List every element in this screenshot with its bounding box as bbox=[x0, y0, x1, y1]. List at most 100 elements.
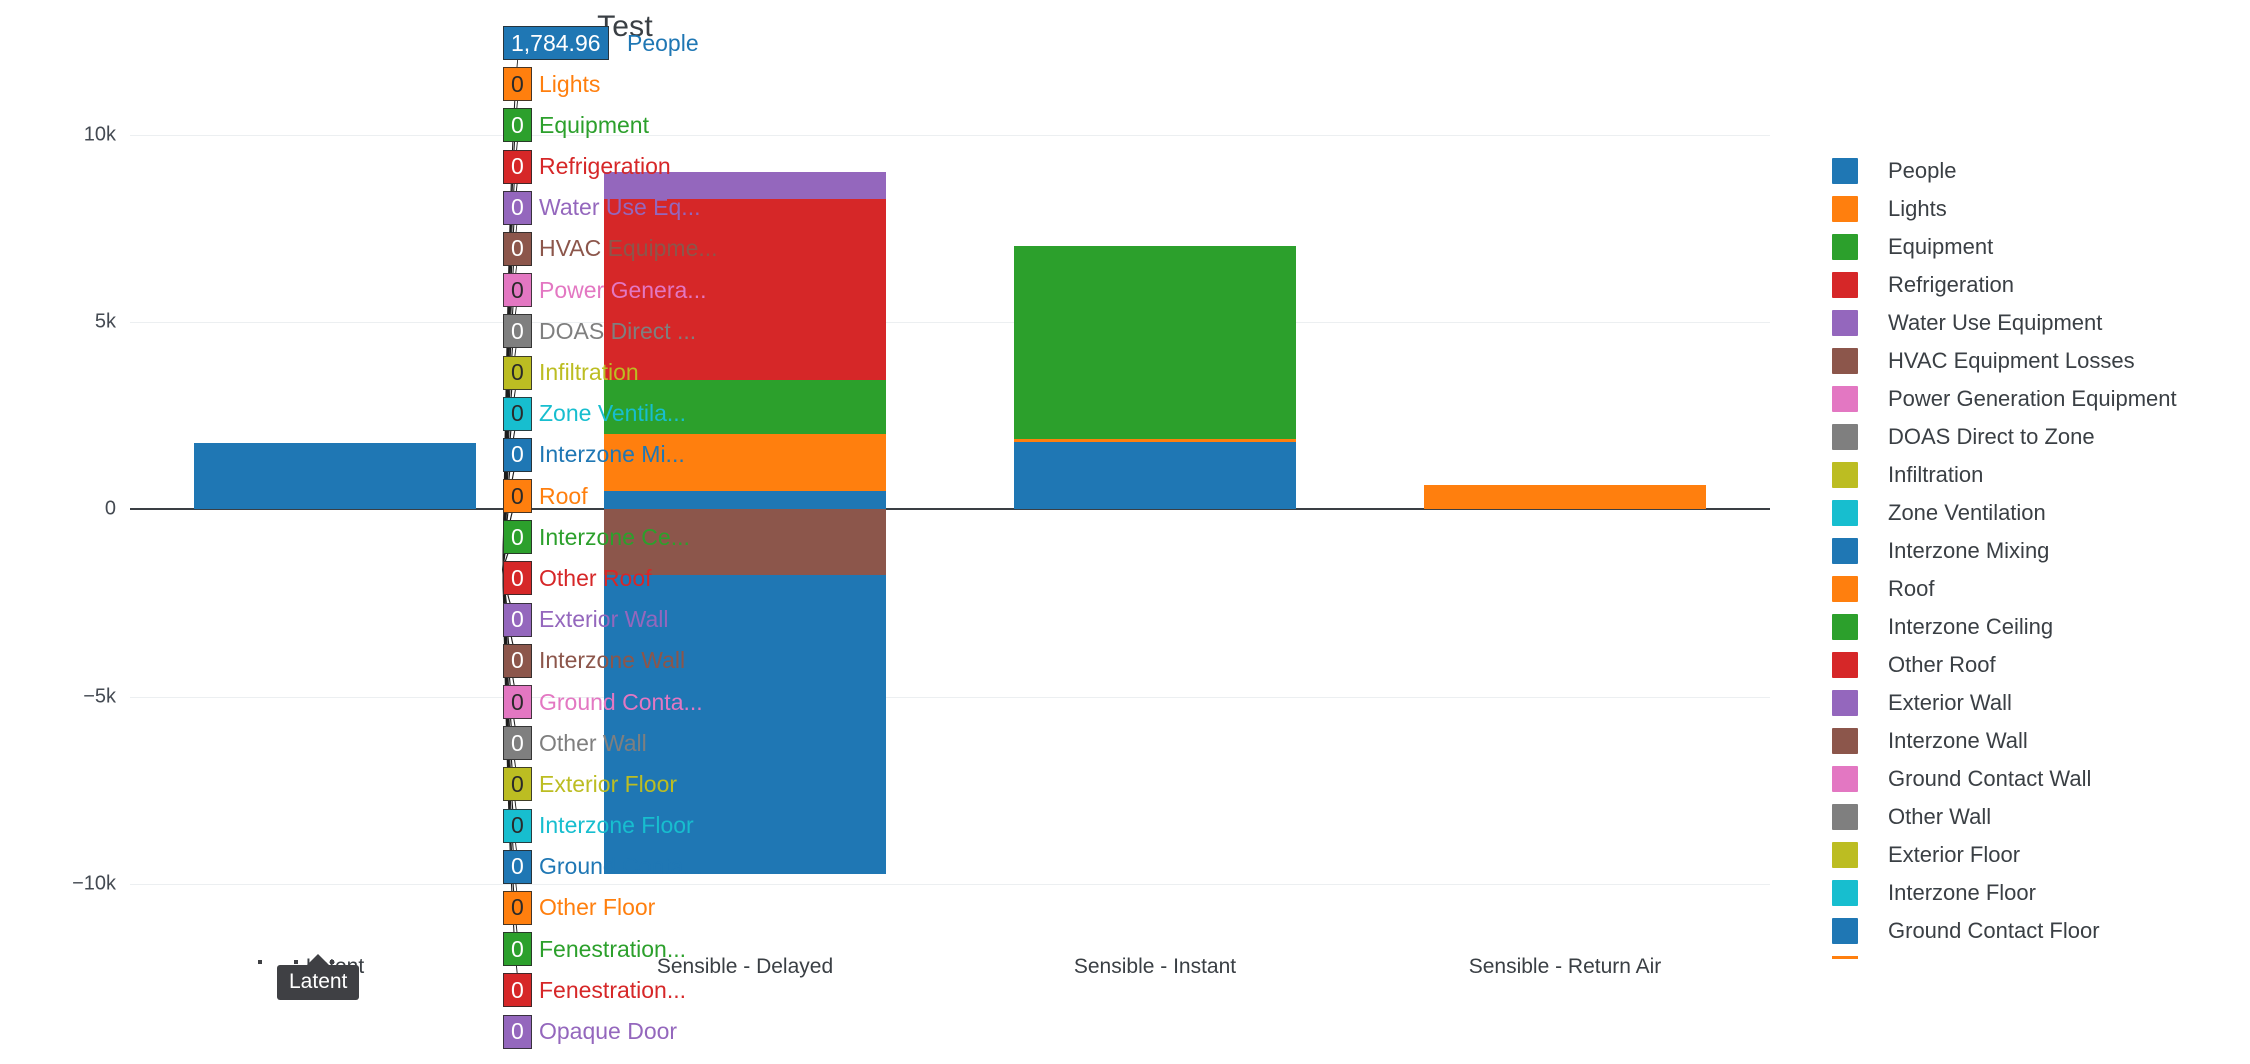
bar-segment[interactable] bbox=[604, 198, 886, 381]
legend-item-label: Interzone Mixing bbox=[1888, 538, 2050, 563]
y-axis-tick-label: 10k bbox=[83, 123, 116, 146]
y-axis-tick-label: 5k bbox=[94, 310, 116, 333]
legend-item-label: DOAS Direct to Zone bbox=[1888, 424, 2095, 449]
bar-group[interactable] bbox=[604, 60, 886, 940]
bar-segment[interactable] bbox=[194, 442, 476, 510]
legend-item-ground-contact-floor[interactable]: Ground Contact Floor bbox=[1832, 912, 2232, 950]
legend-item-label: Interzone Floor bbox=[1888, 880, 2036, 905]
legend-item-label: Equipment bbox=[1888, 234, 1994, 259]
bar-segment[interactable] bbox=[604, 509, 886, 575]
legend[interactable]: People Lights Equipment Refrigeration Water … bbox=[1832, 152, 2232, 959]
legend-partial-line-icon[interactable] bbox=[1832, 956, 1858, 959]
legend-item-lights[interactable]: Lights bbox=[1832, 190, 2232, 228]
legend-swatch-icon bbox=[1832, 272, 1858, 298]
legend-swatch-icon bbox=[1832, 690, 1858, 716]
legend-item-label: Interzone Ceiling bbox=[1888, 614, 2054, 639]
legend-swatch-icon bbox=[1832, 310, 1858, 336]
bar-segment[interactable] bbox=[1014, 438, 1296, 442]
legend-swatch-icon bbox=[1832, 918, 1858, 944]
legend-item-interzone-floor[interactable]: Interzone Floor bbox=[1832, 874, 2232, 912]
page-title: Test bbox=[0, 10, 2250, 44]
bar-segment[interactable] bbox=[604, 434, 886, 491]
legend-item-label: Infiltration bbox=[1888, 462, 1984, 487]
legend-swatch-icon bbox=[1832, 538, 1858, 564]
legend-item-interzone-mixing[interactable]: Interzone Mixing bbox=[1832, 532, 2232, 570]
bar-group[interactable] bbox=[1424, 60, 1706, 940]
bar-segment[interactable] bbox=[1014, 246, 1296, 439]
legend-swatch-icon bbox=[1832, 614, 1858, 640]
legend-item-people[interactable]: People bbox=[1832, 152, 2232, 190]
legend-item-label: Roof bbox=[1888, 576, 1935, 601]
legend-item-other-roof[interactable]: Other Roof bbox=[1832, 646, 2232, 684]
legend-item-exterior-wall[interactable]: Exterior Wall bbox=[1832, 684, 2232, 722]
legend-swatch-icon bbox=[1832, 500, 1858, 526]
tooltip-series-name: Opaque Door bbox=[539, 1018, 678, 1044]
legend-item-hvac-equipment-losses[interactable]: HVAC Equipment Losses bbox=[1832, 342, 2232, 380]
legend-swatch-icon bbox=[1832, 234, 1858, 260]
legend-item-roof[interactable]: Roof bbox=[1832, 570, 2232, 608]
legend-swatch-icon bbox=[1832, 842, 1858, 868]
y-axis-tick-label: −10k bbox=[72, 872, 116, 895]
plotly-chart-root: Test 10k 5k 0 −5k −10k Latent Sensible - Dela… bbox=[0, 0, 2250, 1064]
legend-swatch-icon bbox=[1832, 652, 1858, 678]
legend-swatch-icon bbox=[1832, 424, 1858, 450]
legend-item-label: Refrigeration bbox=[1888, 272, 2014, 297]
x-axis-tick-label: Sensible - Instant bbox=[1073, 955, 1237, 978]
bar-segment[interactable] bbox=[604, 172, 886, 199]
legend-item-label: Zone Ventilation bbox=[1888, 500, 2046, 525]
bar-segment[interactable] bbox=[1014, 441, 1296, 510]
bar-group[interactable] bbox=[1014, 60, 1296, 940]
tooltip-arrow-icon bbox=[307, 954, 330, 965]
legend-item-other-wall[interactable]: Other Wall bbox=[1832, 798, 2232, 836]
legend-item-zone-ventilation[interactable]: Zone Ventilation bbox=[1832, 494, 2232, 532]
chart-title-text: Test bbox=[597, 10, 653, 43]
legend-item-label: Power Generation Equipment bbox=[1888, 386, 2177, 411]
legend-item-interzone-wall[interactable]: Interzone Wall bbox=[1832, 722, 2232, 760]
y-axis-tick-label: 0 bbox=[104, 497, 116, 520]
legend-item-infiltration[interactable]: Infiltration bbox=[1832, 456, 2232, 494]
legend-item-interzone-ceiling[interactable]: Interzone Ceiling bbox=[1832, 608, 2232, 646]
legend-item-power-generation-equipment[interactable]: Power Generation Equipment bbox=[1832, 380, 2232, 418]
legend-item-label: Exterior Floor bbox=[1888, 842, 2021, 867]
legend-item-label: HVAC Equipment Losses bbox=[1888, 348, 2135, 373]
legend-item-label: Ground Contact Floor bbox=[1888, 918, 2100, 943]
bar-segment[interactable] bbox=[604, 490, 886, 510]
bar-segment[interactable] bbox=[604, 574, 886, 875]
axis-hover-tooltip: Latent bbox=[277, 954, 360, 1000]
legend-item-label: Lights bbox=[1888, 196, 1947, 221]
axis-hover-tooltip-label: Latent bbox=[289, 970, 348, 993]
legend-swatch-icon bbox=[1832, 728, 1858, 754]
legend-item-label: Ground Contact Wall bbox=[1888, 766, 2092, 791]
legend-item-label: Water Use Equipment bbox=[1888, 310, 2103, 335]
tooltip-row: 0 Opaque Door bbox=[503, 1013, 1063, 1054]
legend-item-refrigeration[interactable]: Refrigeration bbox=[1832, 266, 2232, 304]
legend-swatch-icon bbox=[1832, 804, 1858, 830]
legend-item-doas-direct-to-zone[interactable]: DOAS Direct to Zone bbox=[1832, 418, 2232, 456]
legend-swatch-icon bbox=[1832, 196, 1858, 222]
legend-item-exterior-floor[interactable]: Exterior Floor bbox=[1832, 836, 2232, 874]
legend-item-label: Other Roof bbox=[1888, 652, 1996, 677]
x-axis-tick-label: Sensible - Return Air bbox=[1468, 955, 1662, 978]
bar-segment[interactable] bbox=[604, 380, 886, 435]
legend-swatch-icon bbox=[1832, 576, 1858, 602]
bar-group[interactable] bbox=[194, 60, 476, 940]
legend-item-water-use-equipment[interactable]: Water Use Equipment bbox=[1832, 304, 2232, 342]
plot-area: 10k 5k 0 −5k −10k bbox=[72, 60, 1770, 940]
legend-swatch-icon bbox=[1832, 158, 1858, 184]
legend-item-equipment[interactable]: Equipment bbox=[1832, 228, 2232, 266]
tooltip-leader-lines bbox=[502, 43, 520, 991]
legend-swatch-icon bbox=[1832, 766, 1858, 792]
legend-item-label: People bbox=[1888, 158, 1957, 183]
leader-line bbox=[502, 569, 520, 580]
legend-item-label: Interzone Wall bbox=[1888, 728, 2028, 753]
x-axis-tick-label: Sensible - Delayed bbox=[656, 955, 834, 978]
legend-swatch-icon bbox=[1832, 348, 1858, 374]
legend-swatch-icon bbox=[1832, 462, 1858, 488]
bar-segment[interactable] bbox=[1424, 485, 1706, 510]
legend-swatch-icon bbox=[1832, 386, 1858, 412]
legend-item-ground-contact-wall[interactable]: Ground Contact Wall bbox=[1832, 760, 2232, 798]
legend-item-label: Other Wall bbox=[1888, 804, 1992, 829]
y-axis-tick-label: −5k bbox=[83, 685, 116, 708]
legend-swatch-icon bbox=[1832, 880, 1858, 906]
legend-item-label: Exterior Wall bbox=[1888, 690, 2012, 715]
